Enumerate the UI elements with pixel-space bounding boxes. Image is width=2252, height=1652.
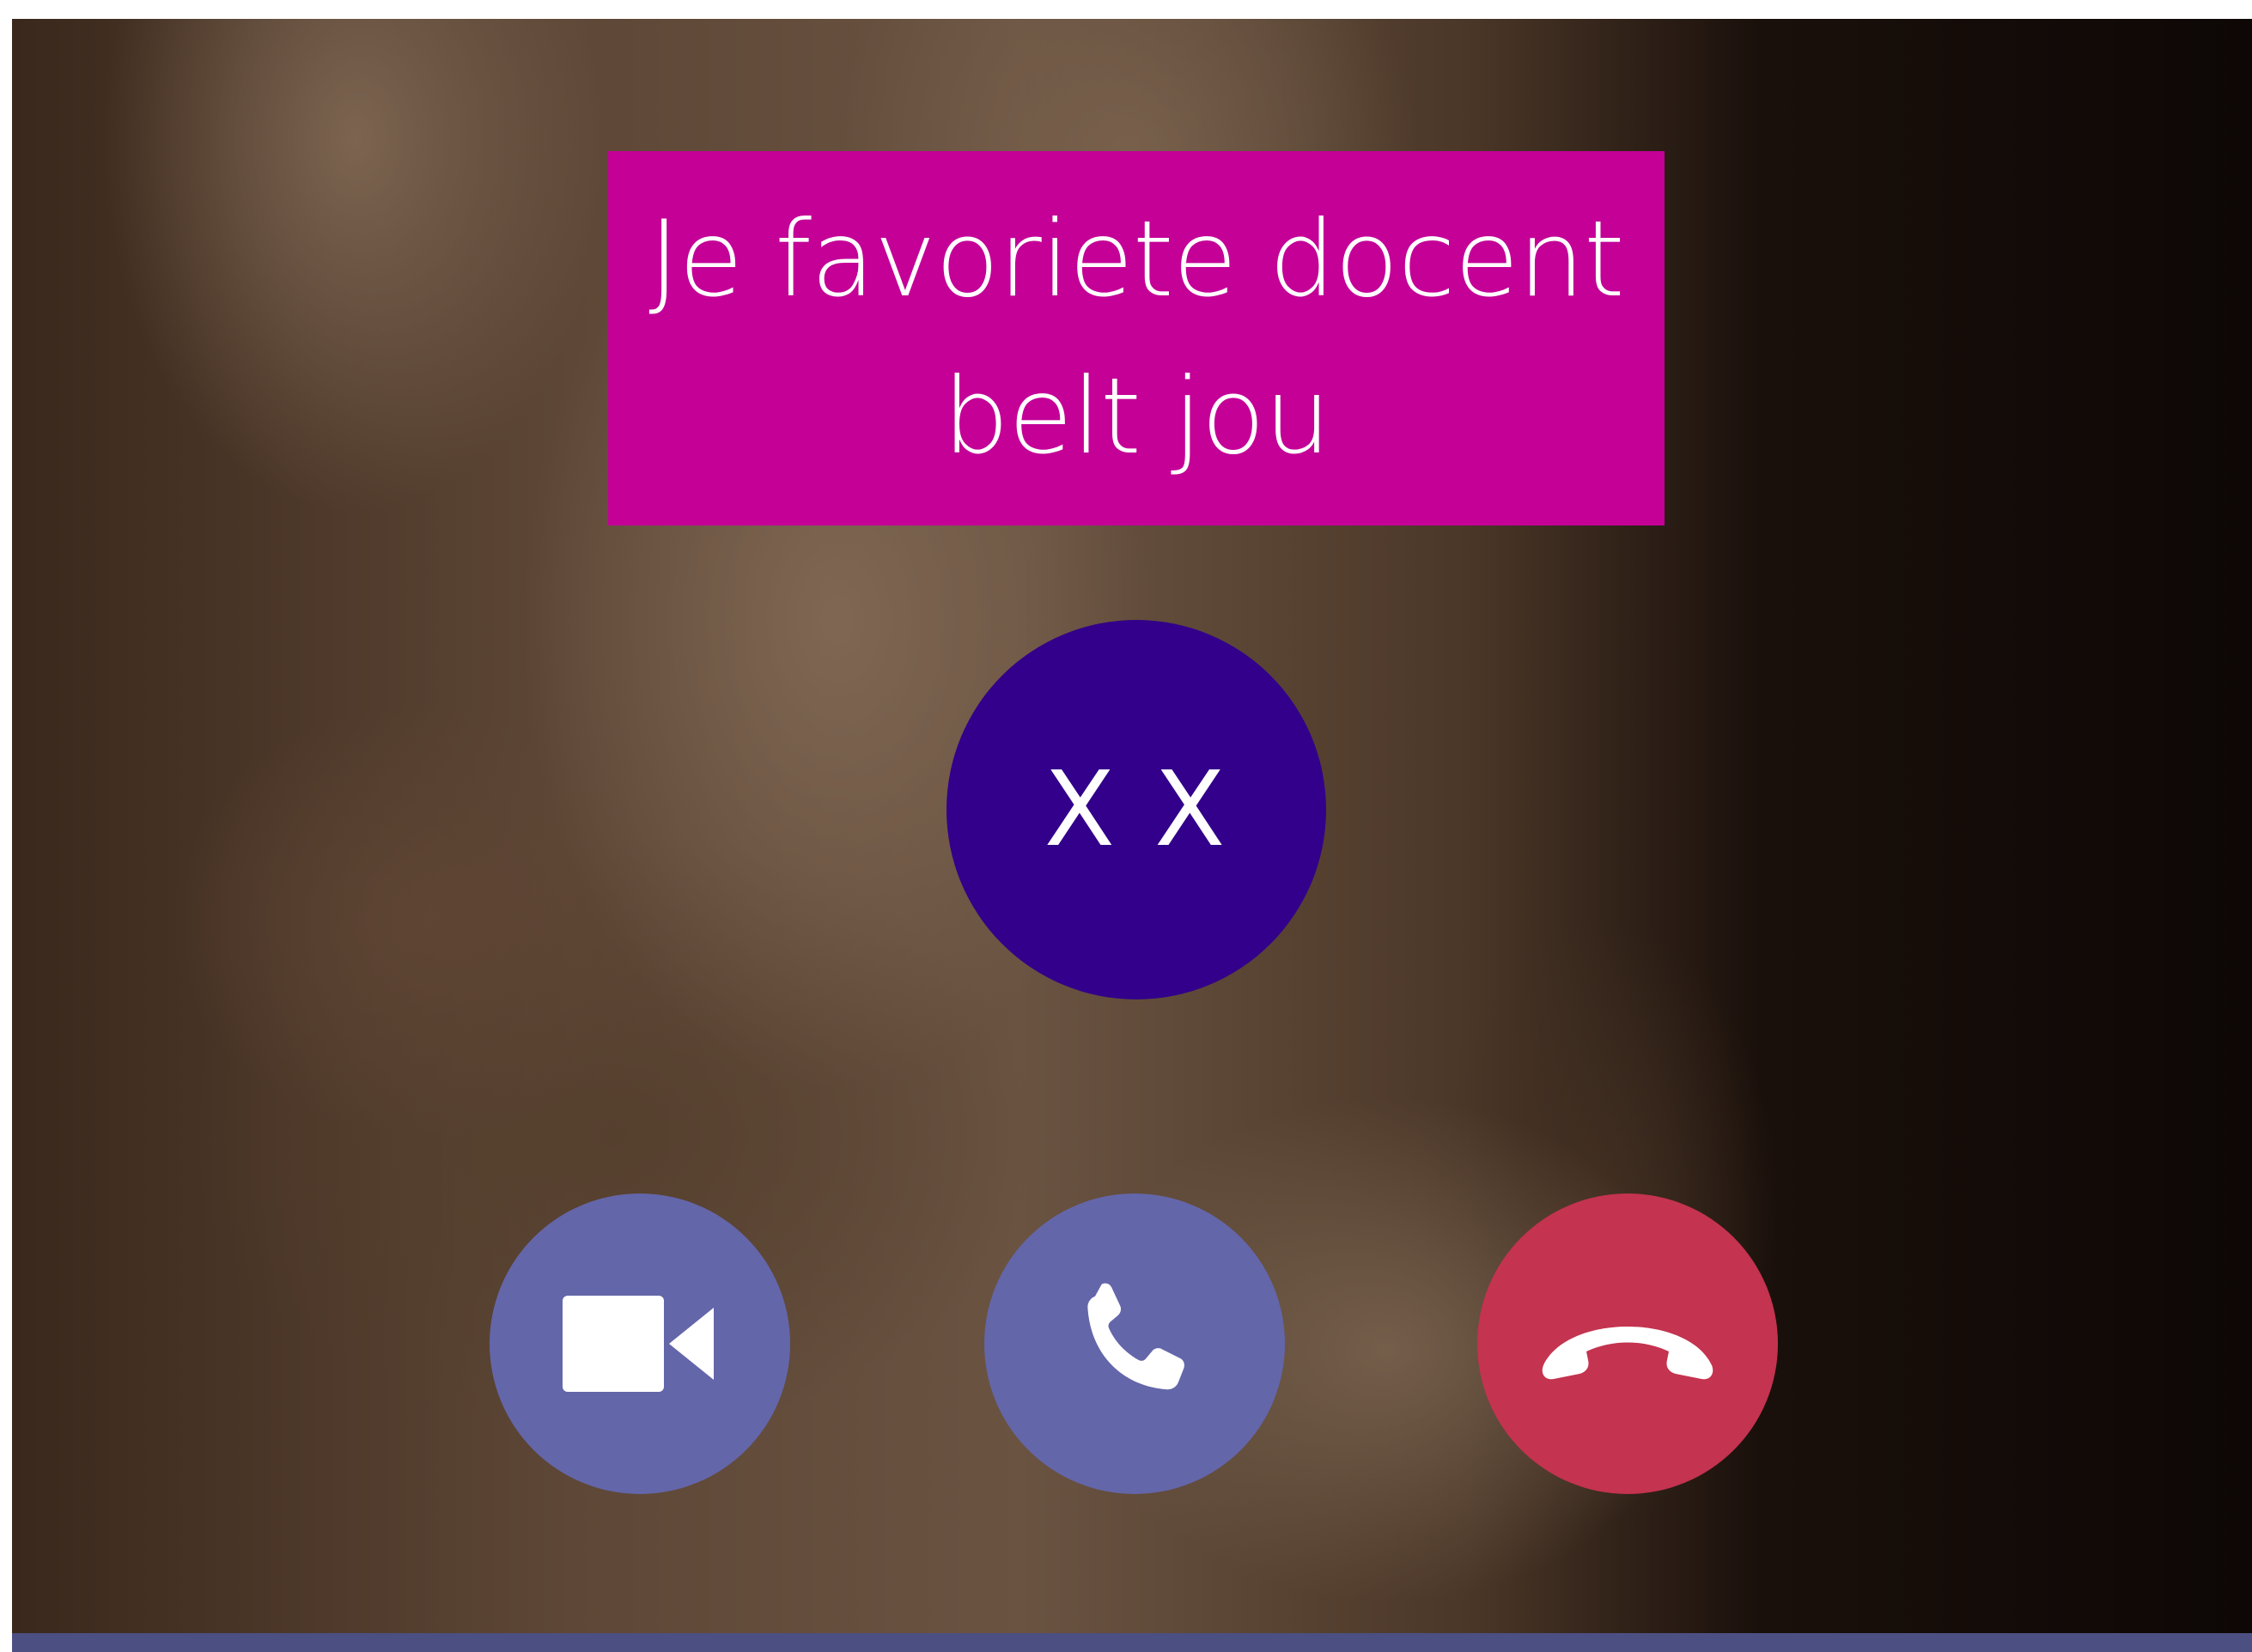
decline-call-button[interactable] — [1477, 1193, 1778, 1494]
accept-video-button[interactable] — [490, 1193, 790, 1494]
banner-line-2: belt jou — [942, 355, 1331, 477]
accept-audio-button[interactable] — [984, 1193, 1285, 1494]
caller-avatar: X X — [946, 620, 1326, 999]
phone-icon — [1087, 1283, 1184, 1390]
caller-initials: X X — [1044, 750, 1229, 870]
hang-up-icon — [1542, 1327, 1713, 1380]
incoming-call-screen: Je favoriete docent belt jou X X — [12, 19, 2252, 1652]
video-camera-icon — [563, 1296, 714, 1392]
bottom-bar — [12, 1633, 2252, 1652]
incoming-call-banner: Je favoriete docent belt jou — [608, 151, 1665, 525]
banner-line-1: Je favoriete docent — [648, 198, 1625, 320]
